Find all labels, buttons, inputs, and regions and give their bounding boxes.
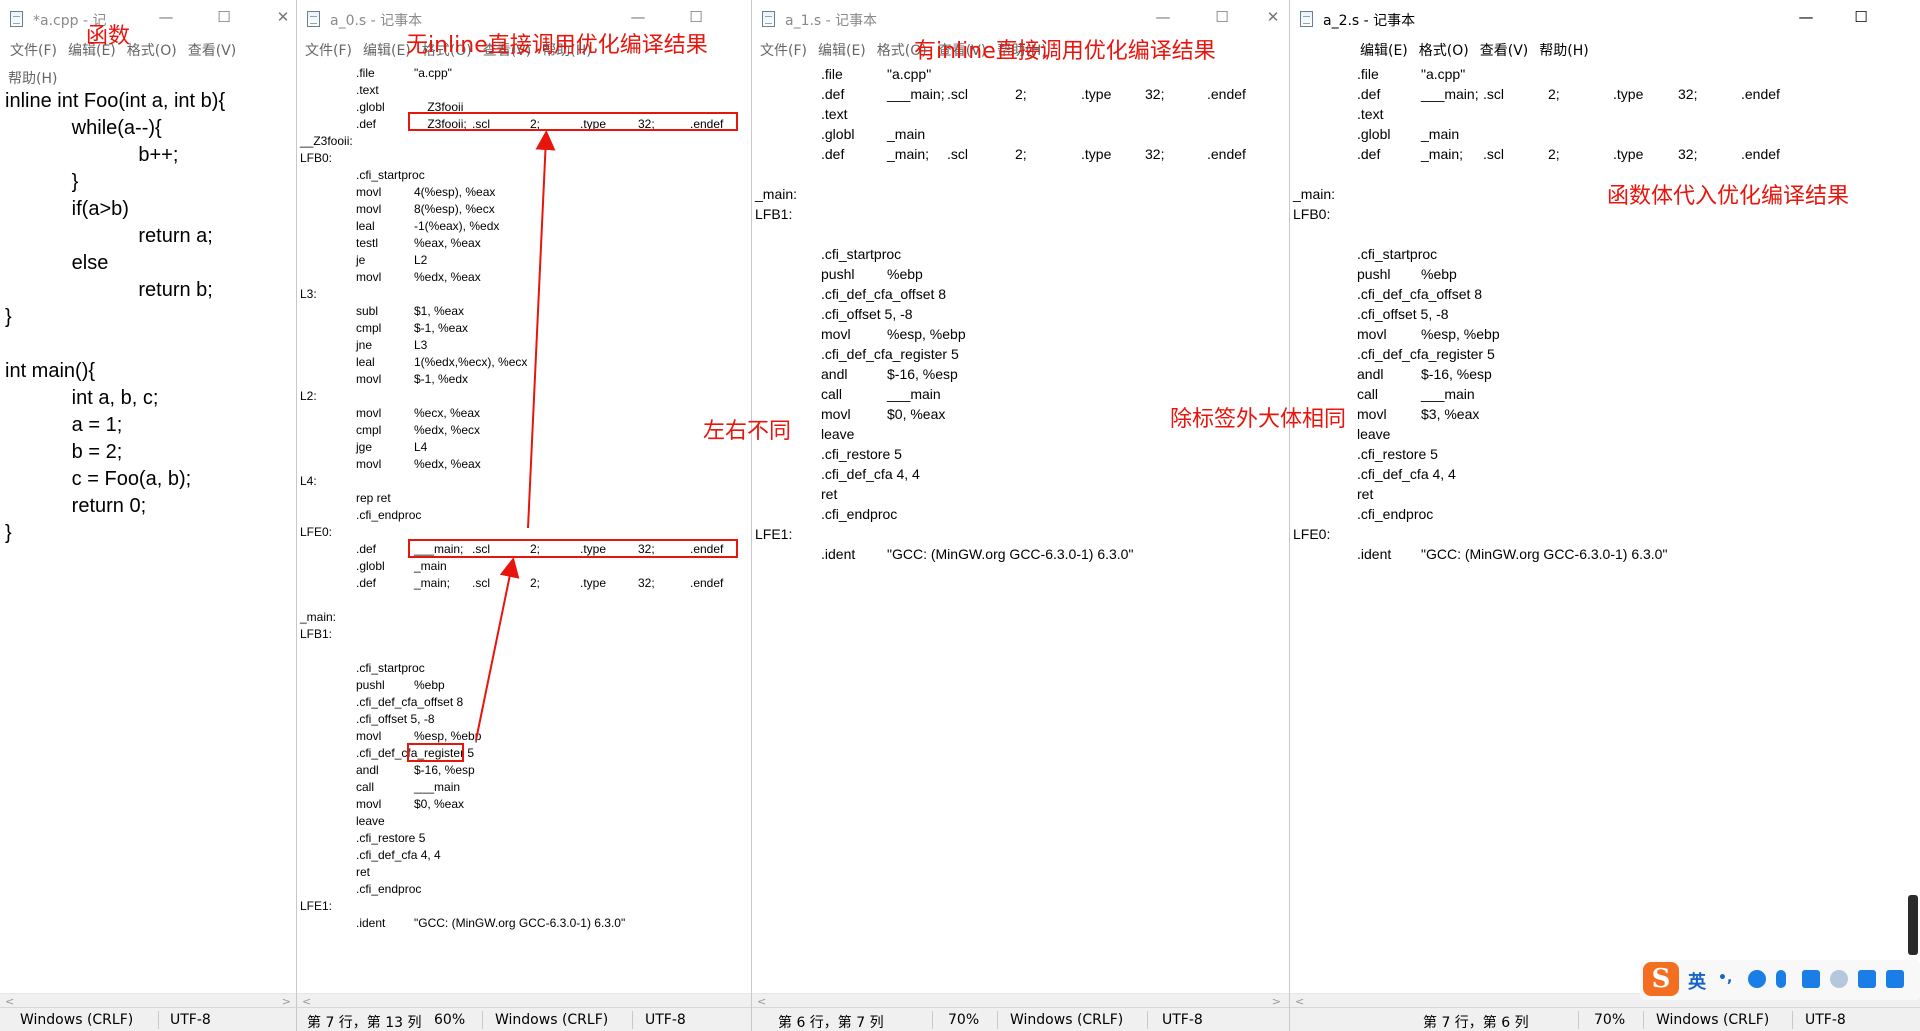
- annotation-arrows: [475, 130, 556, 741]
- ime-punctuation-icon[interactable]: •,: [1718, 970, 1732, 986]
- arrow-to-main-def: [475, 557, 520, 741]
- arrow-to-z3fooii: [527, 130, 556, 529]
- microphone-icon[interactable]: [1776, 970, 1786, 988]
- vertical-scrollbar-thumb[interactable]: [1908, 895, 1918, 955]
- user-icon[interactable]: [1830, 970, 1848, 988]
- sogou-logo-icon[interactable]: S: [1643, 962, 1679, 996]
- toolbox-icon[interactable]: [1886, 970, 1904, 988]
- annotation-no-inline-result: 无inline直接调用优化编译结果: [406, 33, 708, 58]
- ime-language-label[interactable]: 英: [1688, 968, 1706, 994]
- annotation-left-right-differ: 左右不同: [703, 419, 792, 444]
- skin-icon[interactable]: [1858, 970, 1876, 988]
- emoji-icon[interactable]: [1748, 970, 1766, 988]
- ime-toolbar[interactable]: S 英 •,: [1640, 960, 1920, 1000]
- keyboard-icon[interactable]: [1802, 970, 1820, 988]
- annotation-body-substitution-result: 函数体代入优化编译结果: [1607, 184, 1850, 209]
- annotation-same-except-labels: 除标签外大体相同: [1170, 407, 1347, 432]
- annotation-function: 函数: [86, 24, 131, 49]
- annotation-with-inline-result: 有inline直接调用优化编译结果: [914, 39, 1216, 64]
